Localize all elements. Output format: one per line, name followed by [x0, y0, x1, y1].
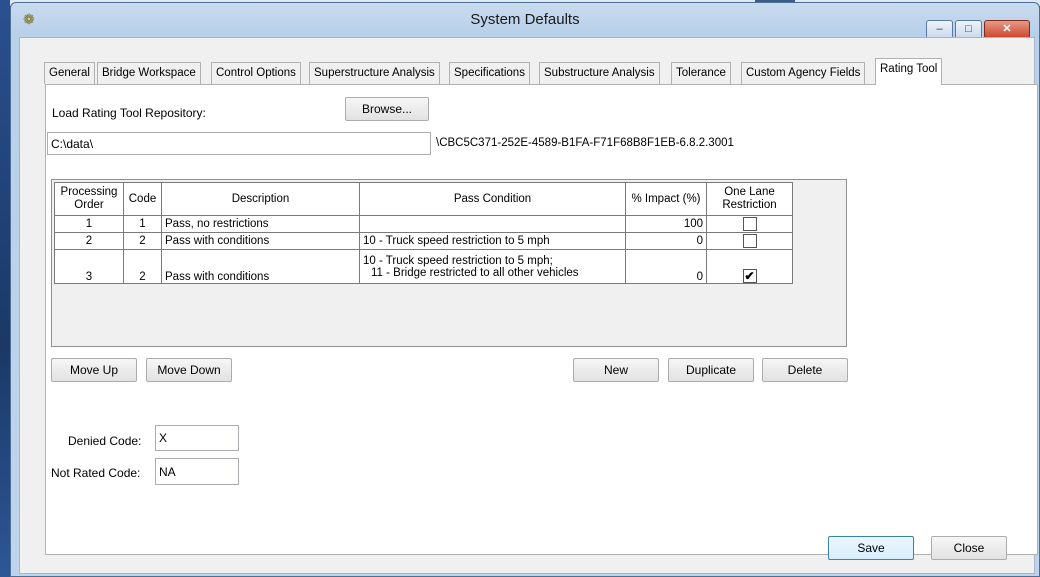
cell-pass-condition[interactable]: 10 - Truck speed restriction to 5 mph; 1… [359, 249, 626, 284]
denied-code-label: Denied Code: [68, 434, 142, 448]
browse-button[interactable]: Browse... [345, 97, 429, 121]
cell-pass-condition[interactable]: 10 - Truck speed restriction to 5 mph [359, 232, 626, 250]
not-rated-code-label: Not Rated Code: [51, 466, 141, 480]
cell-one-lane[interactable]: ✔ [706, 249, 793, 284]
header-description[interactable]: Description [161, 182, 360, 216]
header-one-lane-restriction[interactable]: One Lane Restriction [706, 182, 793, 216]
cell-description[interactable]: Pass with conditions [161, 232, 360, 250]
duplicate-button[interactable]: Duplicate [668, 358, 754, 382]
cell-code[interactable]: 1 [123, 215, 162, 233]
denied-code-input[interactable] [155, 425, 239, 451]
tab-tolerance[interactable]: Tolerance [671, 62, 731, 84]
tab-bridge-workspace[interactable]: Bridge Workspace [97, 62, 201, 84]
minimize-icon: – [936, 23, 943, 35]
table-row[interactable]: 3 2 Pass with conditions 10 - Truck spee… [54, 249, 793, 284]
close-button[interactable]: Close [931, 536, 1007, 560]
rating-codes-grid[interactable]: Processing Order Code Description Pass C… [51, 179, 847, 347]
cell-order[interactable]: 2 [54, 232, 124, 250]
table-row[interactable]: 1 1 Pass, no restrictions 100 [54, 215, 793, 233]
one-lane-checkbox[interactable] [742, 234, 757, 248]
header-processing-order[interactable]: Processing Order [54, 182, 124, 216]
cell-one-lane[interactable] [706, 215, 793, 233]
tab-custom-agency-fields[interactable]: Custom Agency Fields [741, 62, 866, 84]
one-lane-checkbox-checked[interactable]: ✔ [742, 269, 757, 283]
rating-codes-table: Processing Order Code Description Pass C… [54, 182, 793, 284]
cell-impact[interactable]: 0 [625, 232, 707, 250]
tab-superstructure-analysis[interactable]: Superstructure Analysis [309, 62, 440, 84]
window-title: System Defaults [470, 11, 580, 28]
delete-button[interactable]: Delete [762, 358, 848, 382]
header-code[interactable]: Code [123, 182, 162, 216]
cell-order[interactable]: 3 [54, 249, 124, 284]
desktop-background [0, 0, 10, 577]
tab-substructure-analysis[interactable]: Substructure Analysis [539, 62, 660, 84]
one-lane-checkbox[interactable] [742, 217, 757, 231]
cell-pass-condition[interactable] [359, 215, 626, 233]
tab-rating-tool[interactable]: Rating Tool [875, 58, 943, 85]
cell-order[interactable]: 1 [54, 215, 124, 233]
title-bar[interactable]: ❁ System Defaults [11, 3, 1039, 37]
cell-one-lane[interactable] [706, 232, 793, 250]
pass-condition-line: 10 - Truck speed restriction to 5 mph; [363, 254, 553, 267]
move-down-button[interactable]: Move Down [146, 358, 232, 382]
repository-path-suffix: \CBC5C371-252E-4589-B1FA-F71F68B8F1EB-6.… [436, 137, 734, 149]
cell-code[interactable]: 2 [123, 249, 162, 284]
pass-condition-line: 11 - Bridge restricted to all other vehi… [371, 266, 579, 279]
cell-impact[interactable]: 0 [625, 249, 707, 284]
close-icon: ✕ [1002, 23, 1012, 35]
cell-impact[interactable]: 100 [625, 215, 707, 233]
repository-label: Load Rating Tool Repository: [52, 106, 206, 120]
cell-description[interactable]: Pass with conditions [161, 249, 360, 284]
table-row[interactable]: 2 2 Pass with conditions 10 - Truck spee… [54, 232, 793, 250]
save-button[interactable]: Save [828, 536, 914, 560]
tab-general[interactable]: General [44, 62, 95, 84]
not-rated-code-input[interactable] [155, 458, 239, 485]
tab-specifications[interactable]: Specifications [449, 62, 530, 84]
header-impact[interactable]: % Impact (%) [625, 182, 707, 216]
new-button[interactable]: New [573, 358, 659, 382]
tab-control-options[interactable]: Control Options [211, 62, 301, 84]
repository-path-input[interactable] [47, 132, 431, 155]
header-pass-condition[interactable]: Pass Condition [359, 182, 626, 216]
maximize-icon: □ [965, 23, 972, 35]
cell-description[interactable]: Pass, no restrictions [161, 215, 360, 233]
move-up-button[interactable]: Move Up [51, 358, 137, 382]
cell-code[interactable]: 2 [123, 232, 162, 250]
